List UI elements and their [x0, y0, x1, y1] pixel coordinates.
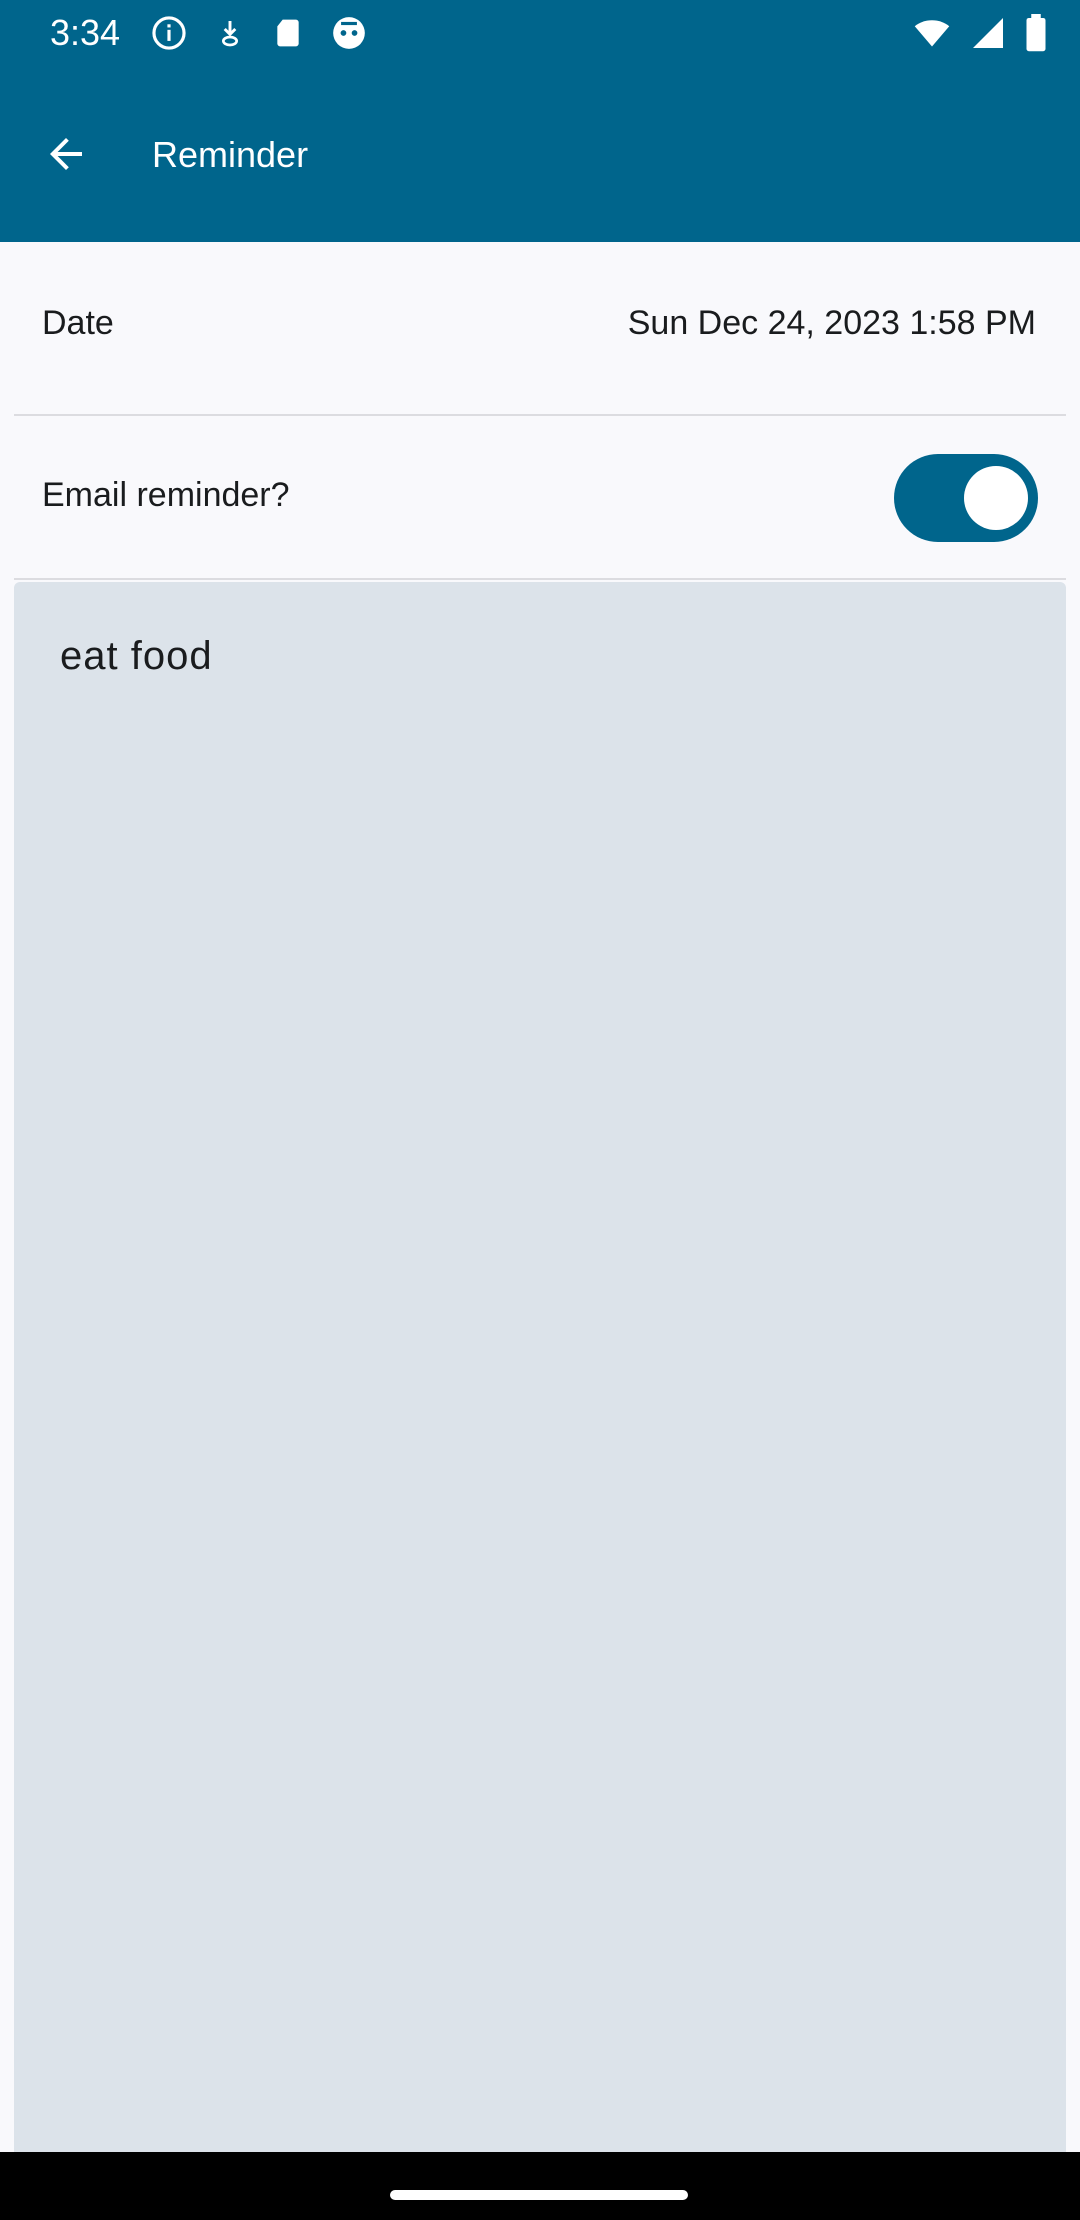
- download-icon: [214, 15, 246, 56]
- app-bar: Reminder: [0, 66, 1080, 242]
- info-icon: [150, 14, 188, 57]
- divider: [14, 578, 1066, 580]
- back-button[interactable]: [28, 118, 104, 194]
- status-icons-right: [912, 14, 1048, 57]
- status-time: 3:34: [50, 12, 121, 53]
- date-row[interactable]: Date Sun Dec 24, 2023 1:58 PM: [0, 242, 1080, 414]
- status-bar: 3:34: [0, 0, 1080, 66]
- note-text-area[interactable]: eat food: [14, 582, 1066, 2155]
- sd-card-icon: [272, 15, 304, 56]
- robot-icon: [330, 14, 368, 57]
- email-reminder-toggle[interactable]: [894, 454, 1038, 542]
- note-text: eat food: [60, 634, 213, 678]
- cell-signal-icon: [970, 15, 1006, 56]
- battery-icon: [1024, 14, 1048, 57]
- navigation-bar: [0, 2152, 1080, 2220]
- status-icons-left: [150, 14, 368, 57]
- date-label: Date: [42, 304, 114, 342]
- arrow-back-icon: [42, 130, 90, 183]
- date-value[interactable]: Sun Dec 24, 2023 1:58 PM: [628, 304, 1036, 343]
- email-reminder-label: Email reminder?: [42, 476, 290, 514]
- email-reminder-row: Email reminder?: [0, 416, 1080, 580]
- page-title: Reminder: [152, 134, 309, 175]
- toggle-thumb: [964, 466, 1028, 530]
- home-gesture-handle[interactable]: [390, 2190, 688, 2200]
- wifi-icon: [912, 15, 952, 56]
